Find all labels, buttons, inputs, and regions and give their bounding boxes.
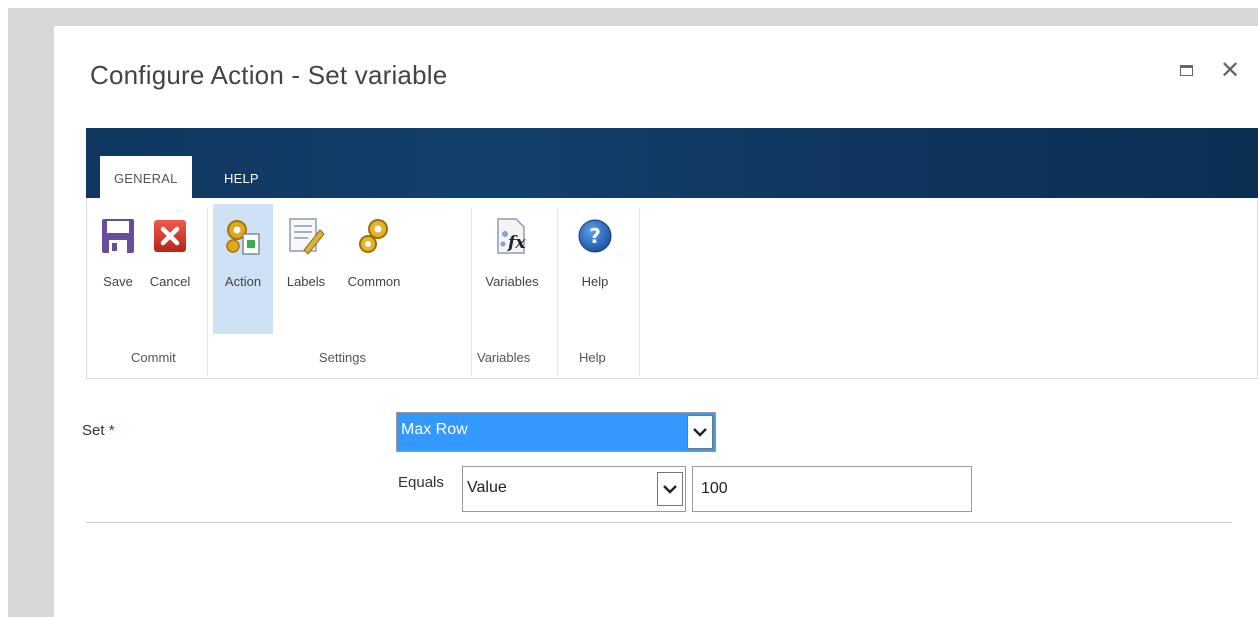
equals-type-value: Value <box>467 479 507 496</box>
svg-text:?: ? <box>589 224 601 248</box>
set-variable-select[interactable]: Max Row <box>396 412 716 452</box>
labels-button[interactable]: Labels <box>279 204 333 334</box>
set-variable-value: Max Row <box>401 421 468 438</box>
group-separator <box>639 208 640 376</box>
group-separator <box>207 208 208 376</box>
equals-type-select[interactable]: Value <box>462 466 686 512</box>
form-divider <box>86 522 1232 523</box>
common-button[interactable]: Common <box>337 204 411 334</box>
save-button[interactable]: Save <box>95 204 141 334</box>
equals-label: Equals <box>398 474 444 491</box>
chevron-down-icon[interactable] <box>687 415 713 449</box>
group-label-commit: Commit <box>131 350 176 365</box>
labels-label: Labels <box>286 274 326 289</box>
group-label-variables: Variables <box>477 350 531 365</box>
set-label-text: Set <box>82 422 105 439</box>
cancel-label: Cancel <box>149 274 191 289</box>
variables-button[interactable]: fx Variables <box>475 204 549 334</box>
action-gears-icon <box>223 216 263 256</box>
cancel-button[interactable]: Cancel <box>143 204 197 334</box>
maximize-icon <box>1179 64 1193 76</box>
save-label: Save <box>103 274 133 289</box>
svg-text:fx: fx <box>507 233 526 253</box>
top-strip <box>0 0 1258 8</box>
group-label-help: Help <box>579 350 606 365</box>
help-icon: ? <box>575 216 615 256</box>
group-separator <box>557 208 558 376</box>
tab-general[interactable]: GENERAL <box>100 156 192 198</box>
save-icon <box>98 216 138 256</box>
tab-help[interactable]: HELP <box>210 160 273 198</box>
group-label-settings: Settings <box>319 350 366 365</box>
ribbon-toolbar: Save Cancel Action Labels Common fx Vari… <box>86 198 1258 379</box>
required-marker: * <box>108 422 115 439</box>
variables-label: Variables <box>485 274 539 289</box>
help-button[interactable]: ? Help <box>565 204 625 334</box>
chevron-down-icon[interactable] <box>657 472 683 506</box>
help-label: Help <box>581 274 609 289</box>
action-button[interactable]: Action <box>213 204 273 334</box>
set-label: Set * <box>82 422 115 439</box>
background-top-bar <box>8 8 1258 26</box>
close-button[interactable]: ✕ <box>1216 56 1244 84</box>
configure-action-dialog: Configure Action - Set variable ✕ GENERA… <box>54 26 1258 617</box>
dialog-title: Configure Action - Set variable <box>90 60 448 90</box>
common-gears-icon <box>354 216 394 256</box>
labels-icon <box>286 216 326 256</box>
value-input[interactable] <box>692 466 972 512</box>
group-separator <box>471 208 472 376</box>
background-left-bar <box>8 8 54 617</box>
common-label: Common <box>347 274 401 289</box>
variables-fx-icon: fx <box>492 216 532 256</box>
maximize-button[interactable] <box>1172 56 1200 84</box>
close-icon: ✕ <box>1219 56 1241 84</box>
ribbon-header: GENERAL HELP <box>86 128 1258 198</box>
action-label: Action <box>224 274 262 289</box>
cancel-icon <box>150 216 190 256</box>
